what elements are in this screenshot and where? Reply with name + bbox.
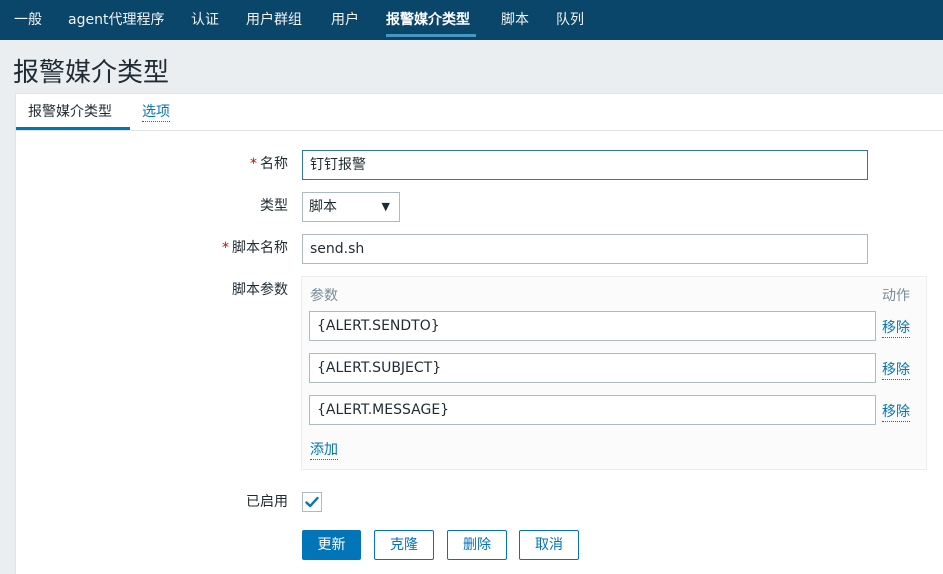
script-name-label-text: 脚本名称 xyxy=(232,240,288,256)
top-nav-bar: 一般 agent代理程序 认证 用户群组 用户 报警媒介类型 脚本 队列 xyxy=(0,0,943,40)
enabled-label: 已启用 xyxy=(246,494,288,510)
param-remove-link-3[interactable]: 移除 xyxy=(882,401,910,422)
param-input-3[interactable]: {ALERT.MESSAGE} xyxy=(309,395,876,425)
dropdown-arrow-icon: ▼ xyxy=(381,200,390,213)
nav-active-indicator xyxy=(386,34,476,37)
nav-item-queue[interactable]: 队列 xyxy=(556,11,584,29)
nav-item-general[interactable]: 一般 xyxy=(14,11,42,29)
nav-item-users[interactable]: 用户 xyxy=(331,11,359,29)
type-label: 类型 xyxy=(260,198,288,214)
required-mark: * xyxy=(222,240,229,256)
params-action-header: 动作 xyxy=(882,288,910,304)
params-column-header: 参数 xyxy=(310,288,338,304)
type-select[interactable]: 脚本 ▼ xyxy=(302,192,400,222)
nav-item-agent-proxies[interactable]: agent代理程序 xyxy=(68,11,164,29)
clone-button[interactable]: 克隆 xyxy=(374,530,434,560)
nav-item-media-types[interactable]: 报警媒介类型 xyxy=(386,11,470,29)
script-name-label: * 脚本名称 xyxy=(222,238,288,258)
content-panel: 报警媒介类型 选项 * 名称 钉钉报警 类型 脚本 ▼ * 脚本名称 send.sh… xyxy=(15,93,943,574)
name-label-text: 名称 xyxy=(260,156,288,172)
nav-item-authentication[interactable]: 认证 xyxy=(191,11,219,29)
tab-media-type[interactable]: 报警媒介类型 xyxy=(28,102,112,122)
cancel-button[interactable]: 取消 xyxy=(519,530,579,560)
tabs-divider xyxy=(16,130,943,131)
page-title: 报警媒介类型 xyxy=(13,58,170,88)
name-label: * 名称 xyxy=(250,154,288,174)
param-add-link[interactable]: 添加 xyxy=(310,439,338,460)
nav-item-scripts[interactable]: 脚本 xyxy=(501,11,529,29)
script-params-label: 脚本参数 xyxy=(232,282,288,298)
required-mark: * xyxy=(250,156,257,172)
param-remove-link-1[interactable]: 移除 xyxy=(882,317,910,338)
tab-options[interactable]: 选项 xyxy=(142,102,170,122)
type-select-value: 脚本 xyxy=(309,199,337,215)
enabled-checkbox[interactable] xyxy=(302,492,322,512)
script-params-box: 参数 动作 {ALERT.SENDTO} 移除 {ALERT.SUBJECT} … xyxy=(301,276,927,470)
param-input-2[interactable]: {ALERT.SUBJECT} xyxy=(309,353,876,383)
nav-item-user-groups[interactable]: 用户群组 xyxy=(246,11,302,29)
update-button[interactable]: 更新 xyxy=(302,530,361,560)
param-input-1[interactable]: {ALERT.SENDTO} xyxy=(309,311,876,341)
param-remove-link-2[interactable]: 移除 xyxy=(882,359,910,380)
script-name-input[interactable]: send.sh xyxy=(302,234,868,264)
delete-button[interactable]: 删除 xyxy=(447,530,507,560)
name-input[interactable]: 钉钉报警 xyxy=(302,150,868,180)
checkmark-icon xyxy=(305,496,319,508)
